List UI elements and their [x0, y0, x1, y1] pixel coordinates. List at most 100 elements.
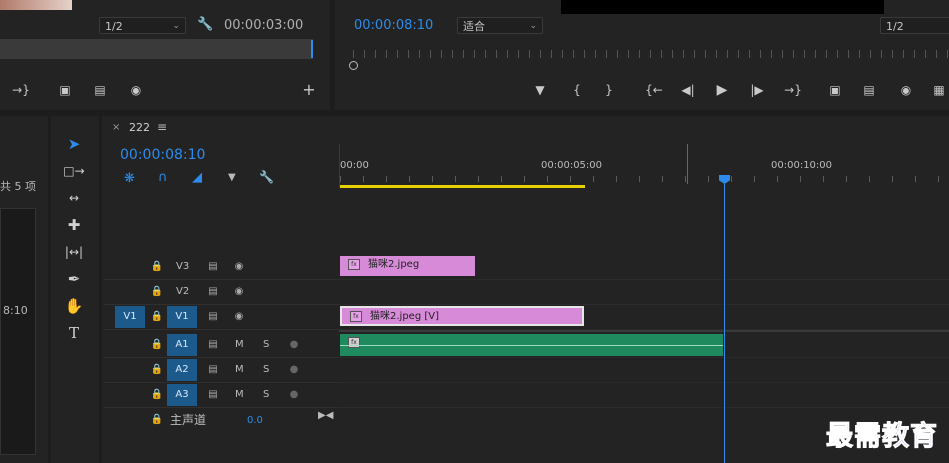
go-to-out-icon[interactable]: →}: [784, 82, 802, 98]
track-target-a3[interactable]: A3: [167, 384, 197, 406]
fx-badge-icon: fx: [348, 337, 360, 348]
lane-a2[interactable]: [339, 358, 949, 383]
program-timecode: 00:00:08:10: [354, 18, 434, 33]
camera-icon[interactable]: ◉: [125, 82, 147, 98]
track-header-a1: [104, 333, 339, 358]
clip-v3-name: 猫咪2.jpeg: [368, 259, 420, 270]
lane-a3[interactable]: [339, 383, 949, 408]
program-playhead-knob[interactable]: [349, 61, 358, 70]
lock-icon[interactable]: 🔒: [149, 337, 165, 353]
mic-icon[interactable]: ●: [286, 337, 302, 353]
linked-selection-icon[interactable]: ∩: [158, 170, 168, 185]
add-marker-icon[interactable]: ◢: [192, 170, 202, 185]
film-icon[interactable]: ▤: [205, 259, 221, 275]
program-fit-select[interactable]: 适合 ⌄: [457, 17, 543, 34]
project-item-count: 共 5 项: [0, 180, 36, 193]
wrench-icon[interactable]: 🔧: [259, 170, 274, 184]
lock-icon[interactable]: 🔒: [149, 412, 165, 428]
eye-icon[interactable]: ◉: [231, 309, 247, 325]
clip-v1[interactable]: fx 猫咪2.jpeg [V]: [340, 306, 584, 326]
mute-button[interactable]: M: [235, 383, 244, 407]
ruler-label-5s: 00:00:05:00: [541, 160, 603, 171]
go-to-in-icon[interactable]: {←: [645, 82, 663, 98]
work-area-bar[interactable]: [340, 185, 585, 188]
extract-icon[interactable]: ▤: [859, 82, 879, 98]
insert-icon[interactable]: →}: [10, 82, 32, 98]
plus-icon[interactable]: +: [300, 82, 318, 98]
mic-icon[interactable]: ●: [286, 362, 302, 378]
step-forward-icon[interactable]: |▶: [749, 82, 765, 98]
track-target-a2[interactable]: A2: [167, 359, 197, 381]
lock-icon[interactable]: 🔒: [149, 309, 165, 325]
hand-tool-icon[interactable]: ✋: [60, 294, 88, 318]
panel-menu-icon[interactable]: ≡: [157, 120, 167, 134]
track-target-v1[interactable]: V1: [167, 306, 197, 328]
ruler-label-10s: 00:00:10:00: [771, 160, 833, 171]
clip-a1[interactable]: fx: [340, 334, 723, 356]
sequence-tab-name[interactable]: 222: [129, 121, 150, 134]
lock-icon[interactable]: 🔒: [149, 284, 165, 300]
project-thumbnail[interactable]: [0, 208, 36, 455]
chevron-down-icon: ⌄: [172, 21, 180, 31]
source-zoom-value: 1/2: [105, 20, 123, 33]
slip-tool-icon[interactable]: |↔|: [60, 240, 88, 264]
mark-in-icon[interactable]: {: [569, 82, 585, 98]
video-audio-divider: [339, 330, 949, 332]
program-zoom-select[interactable]: 1/2: [880, 17, 949, 34]
film-icon[interactable]: ▤: [205, 284, 221, 300]
marker-icon[interactable]: ▼: [228, 172, 236, 183]
source-patch-v1[interactable]: V1: [115, 306, 145, 328]
eye-icon[interactable]: ◉: [231, 284, 247, 300]
mute-button[interactable]: M: [235, 358, 244, 382]
solo-button[interactable]: S: [263, 358, 269, 382]
go-to-end-icon[interactable]: ▶◀: [318, 410, 333, 421]
lock-icon[interactable]: 🔒: [149, 362, 165, 378]
step-back-icon[interactable]: ◀|: [680, 82, 696, 98]
project-item-duration: 8:10: [3, 304, 28, 317]
source-playhead[interactable]: [311, 40, 313, 58]
sync-icon[interactable]: ▤: [205, 362, 221, 378]
pen-tool-icon[interactable]: ✒: [60, 267, 88, 291]
source-scrubber[interactable]: [0, 39, 313, 59]
razor-tool-icon[interactable]: ✚: [60, 213, 88, 237]
ruler-ticks: [340, 176, 949, 182]
snap-icon[interactable]: ❋: [124, 171, 135, 186]
track-select-tool-icon[interactable]: □→: [60, 159, 88, 183]
type-tool-icon[interactable]: T: [60, 321, 88, 345]
source-zoom-select[interactable]: 1/2 ⌄: [99, 17, 186, 34]
track-target-a1[interactable]: A1: [167, 334, 197, 356]
master-track-label: 主声道: [170, 413, 207, 427]
export-frame-icon[interactable]: ▤: [89, 82, 111, 98]
close-icon[interactable]: ×: [112, 122, 120, 133]
sync-icon[interactable]: ▤: [205, 387, 221, 403]
fx-badge-icon: fx: [348, 258, 360, 270]
source-thumbnail: [0, 0, 72, 10]
sequence-timecode[interactable]: 00:00:08:10: [120, 147, 205, 163]
clip-v3[interactable]: fx 猫咪2.jpeg: [340, 256, 475, 276]
compare-icon[interactable]: ▦: [930, 82, 948, 98]
mute-button[interactable]: M: [235, 333, 244, 357]
wrench-icon[interactable]: 🔧: [197, 17, 213, 33]
ripple-edit-tool-icon[interactable]: ↔: [60, 186, 88, 210]
film-icon[interactable]: ▤: [205, 309, 221, 325]
marker-icon[interactable]: ▼: [532, 82, 548, 98]
play-icon[interactable]: ▶: [714, 82, 730, 98]
lock-icon[interactable]: 🔒: [149, 259, 165, 275]
track-header-v3: [104, 255, 339, 280]
selection-tool-icon[interactable]: ➤: [60, 132, 88, 156]
overwrite-icon[interactable]: ▣: [54, 82, 76, 98]
lane-v2[interactable]: [339, 280, 949, 305]
solo-button[interactable]: S: [263, 333, 269, 357]
eye-icon[interactable]: ◉: [231, 259, 247, 275]
lock-icon[interactable]: 🔒: [149, 387, 165, 403]
mic-icon[interactable]: ●: [286, 387, 302, 403]
camera-icon[interactable]: ◉: [897, 82, 915, 98]
mark-out-icon[interactable]: }: [601, 82, 617, 98]
lift-icon[interactable]: ▣: [825, 82, 845, 98]
source-monitor: 1/2 ⌄ 🔧 00:00:03:00 →} ▣ ▤ ◉ +: [0, 0, 330, 110]
track-v3-label: V3: [176, 261, 190, 272]
program-ruler[interactable]: [353, 50, 949, 58]
master-volume-value[interactable]: 0.0: [247, 409, 263, 433]
solo-button[interactable]: S: [263, 383, 269, 407]
sync-icon[interactable]: ▤: [205, 337, 221, 353]
